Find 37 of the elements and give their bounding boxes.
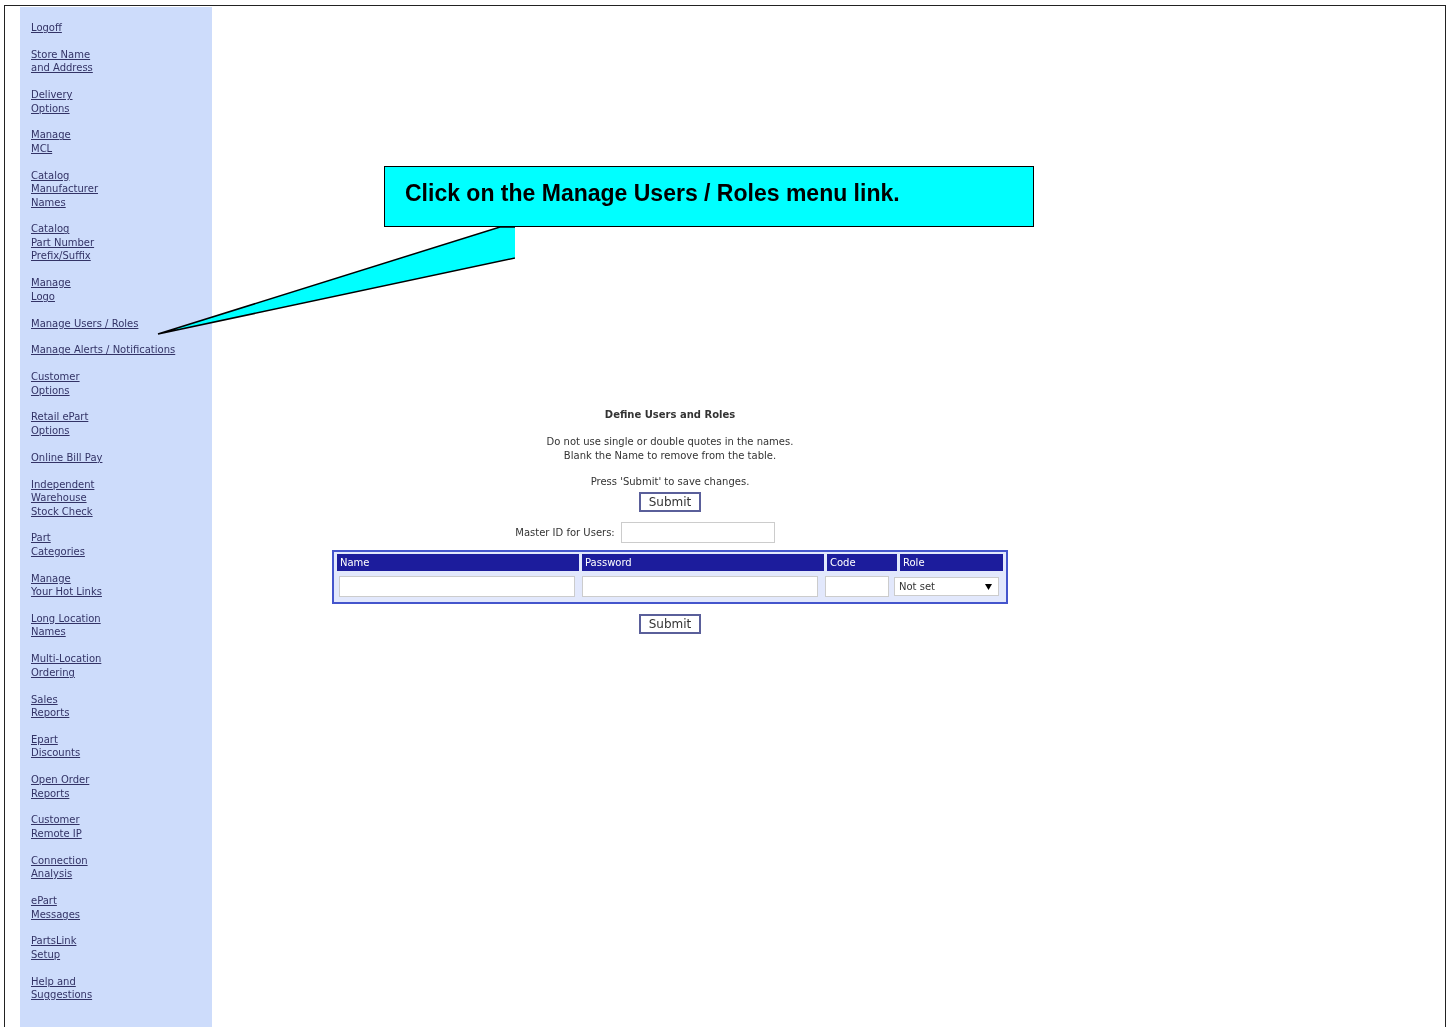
menu-link[interactable]: Manage Alerts / Notifications bbox=[31, 343, 176, 357]
menu-link[interactable]: Catalog Part Number Prefix/Suffix bbox=[31, 222, 95, 263]
menu-link[interactable]: Epart Discounts bbox=[31, 732, 81, 760]
menu-link[interactable]: Manage Your Hot Links bbox=[31, 571, 102, 599]
menu-link[interactable]: Customer Options bbox=[31, 370, 80, 398]
menu-link[interactable]: Logoff bbox=[31, 21, 62, 35]
column-header: Code bbox=[827, 554, 897, 571]
menu-link[interactable]: Open Order Reports bbox=[31, 773, 90, 801]
menu-link[interactable]: Help and Suggestions bbox=[31, 974, 93, 1002]
column-header: Name bbox=[337, 554, 579, 571]
menu-link[interactable]: Manage MCL bbox=[31, 128, 71, 156]
callout: Click on the Manage Users / Roles menu link. bbox=[384, 166, 1034, 227]
menu-link[interactable]: Multi-Location Ordering bbox=[31, 652, 102, 680]
field-label: Master ID for Users: bbox=[515, 527, 615, 538]
form-title: Define Users and Roles bbox=[604, 408, 736, 421]
menu-link[interactable]: Delivery Options bbox=[31, 88, 73, 116]
menu-link[interactable]: Manage Users / Roles bbox=[31, 316, 139, 331]
menu-link[interactable]: Connection Analysis bbox=[31, 853, 88, 881]
menu-link[interactable]: PartsLink Setup bbox=[31, 934, 77, 962]
menu-link[interactable]: ePart Messages bbox=[31, 894, 81, 922]
save-hint-text: Press 'Submit' to save changes. bbox=[590, 475, 750, 488]
menu-link[interactable]: Sales Reports bbox=[31, 692, 70, 720]
menu-link[interactable]: Long Location Names bbox=[31, 611, 101, 639]
column-header: Password bbox=[582, 554, 824, 571]
menu-link[interactable]: Store Name and Address bbox=[31, 47, 93, 75]
menu-link[interactable]: Catalog Manufacturer Names bbox=[31, 168, 98, 210]
submit-button[interactable]: Submit bbox=[638, 614, 702, 634]
submit-button[interactable]: Submit bbox=[638, 492, 702, 512]
instructions-text: Do not use single or double quotes in the names. Blank the Name to remove from the table. bbox=[546, 435, 794, 462]
menu-link[interactable]: Customer Remote IP bbox=[31, 813, 82, 841]
menu-link[interactable]: Online Bill Pay bbox=[31, 450, 103, 465]
menu-link[interactable]: Independent Warehouse Stock Check bbox=[31, 477, 95, 519]
role-select[interactable]: Not set bbox=[894, 577, 999, 596]
menu-link[interactable]: Manage Logo bbox=[31, 276, 71, 304]
menu-link[interactable]: Part Categories bbox=[31, 531, 85, 559]
menu-link[interactable]: Retail ePart Options bbox=[31, 410, 89, 438]
column-header: Role bbox=[900, 554, 1003, 571]
